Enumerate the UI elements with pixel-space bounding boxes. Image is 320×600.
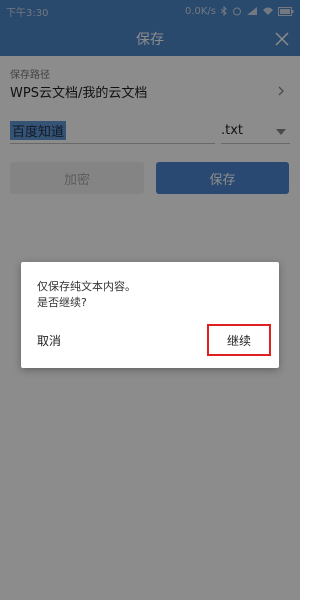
dialog-message-line1: 仅保存纯文本内容。 <box>37 280 136 293</box>
dialog-message-line2: 是否继续? <box>37 296 87 309</box>
continue-button[interactable]: 继续 <box>207 324 271 356</box>
continue-button-label: 继续 <box>226 333 251 348</box>
confirm-dialog: 仅保存纯文本内容。 是否继续? 取消 继续 <box>21 262 279 368</box>
cancel-button[interactable]: 取消 <box>37 332 61 349</box>
